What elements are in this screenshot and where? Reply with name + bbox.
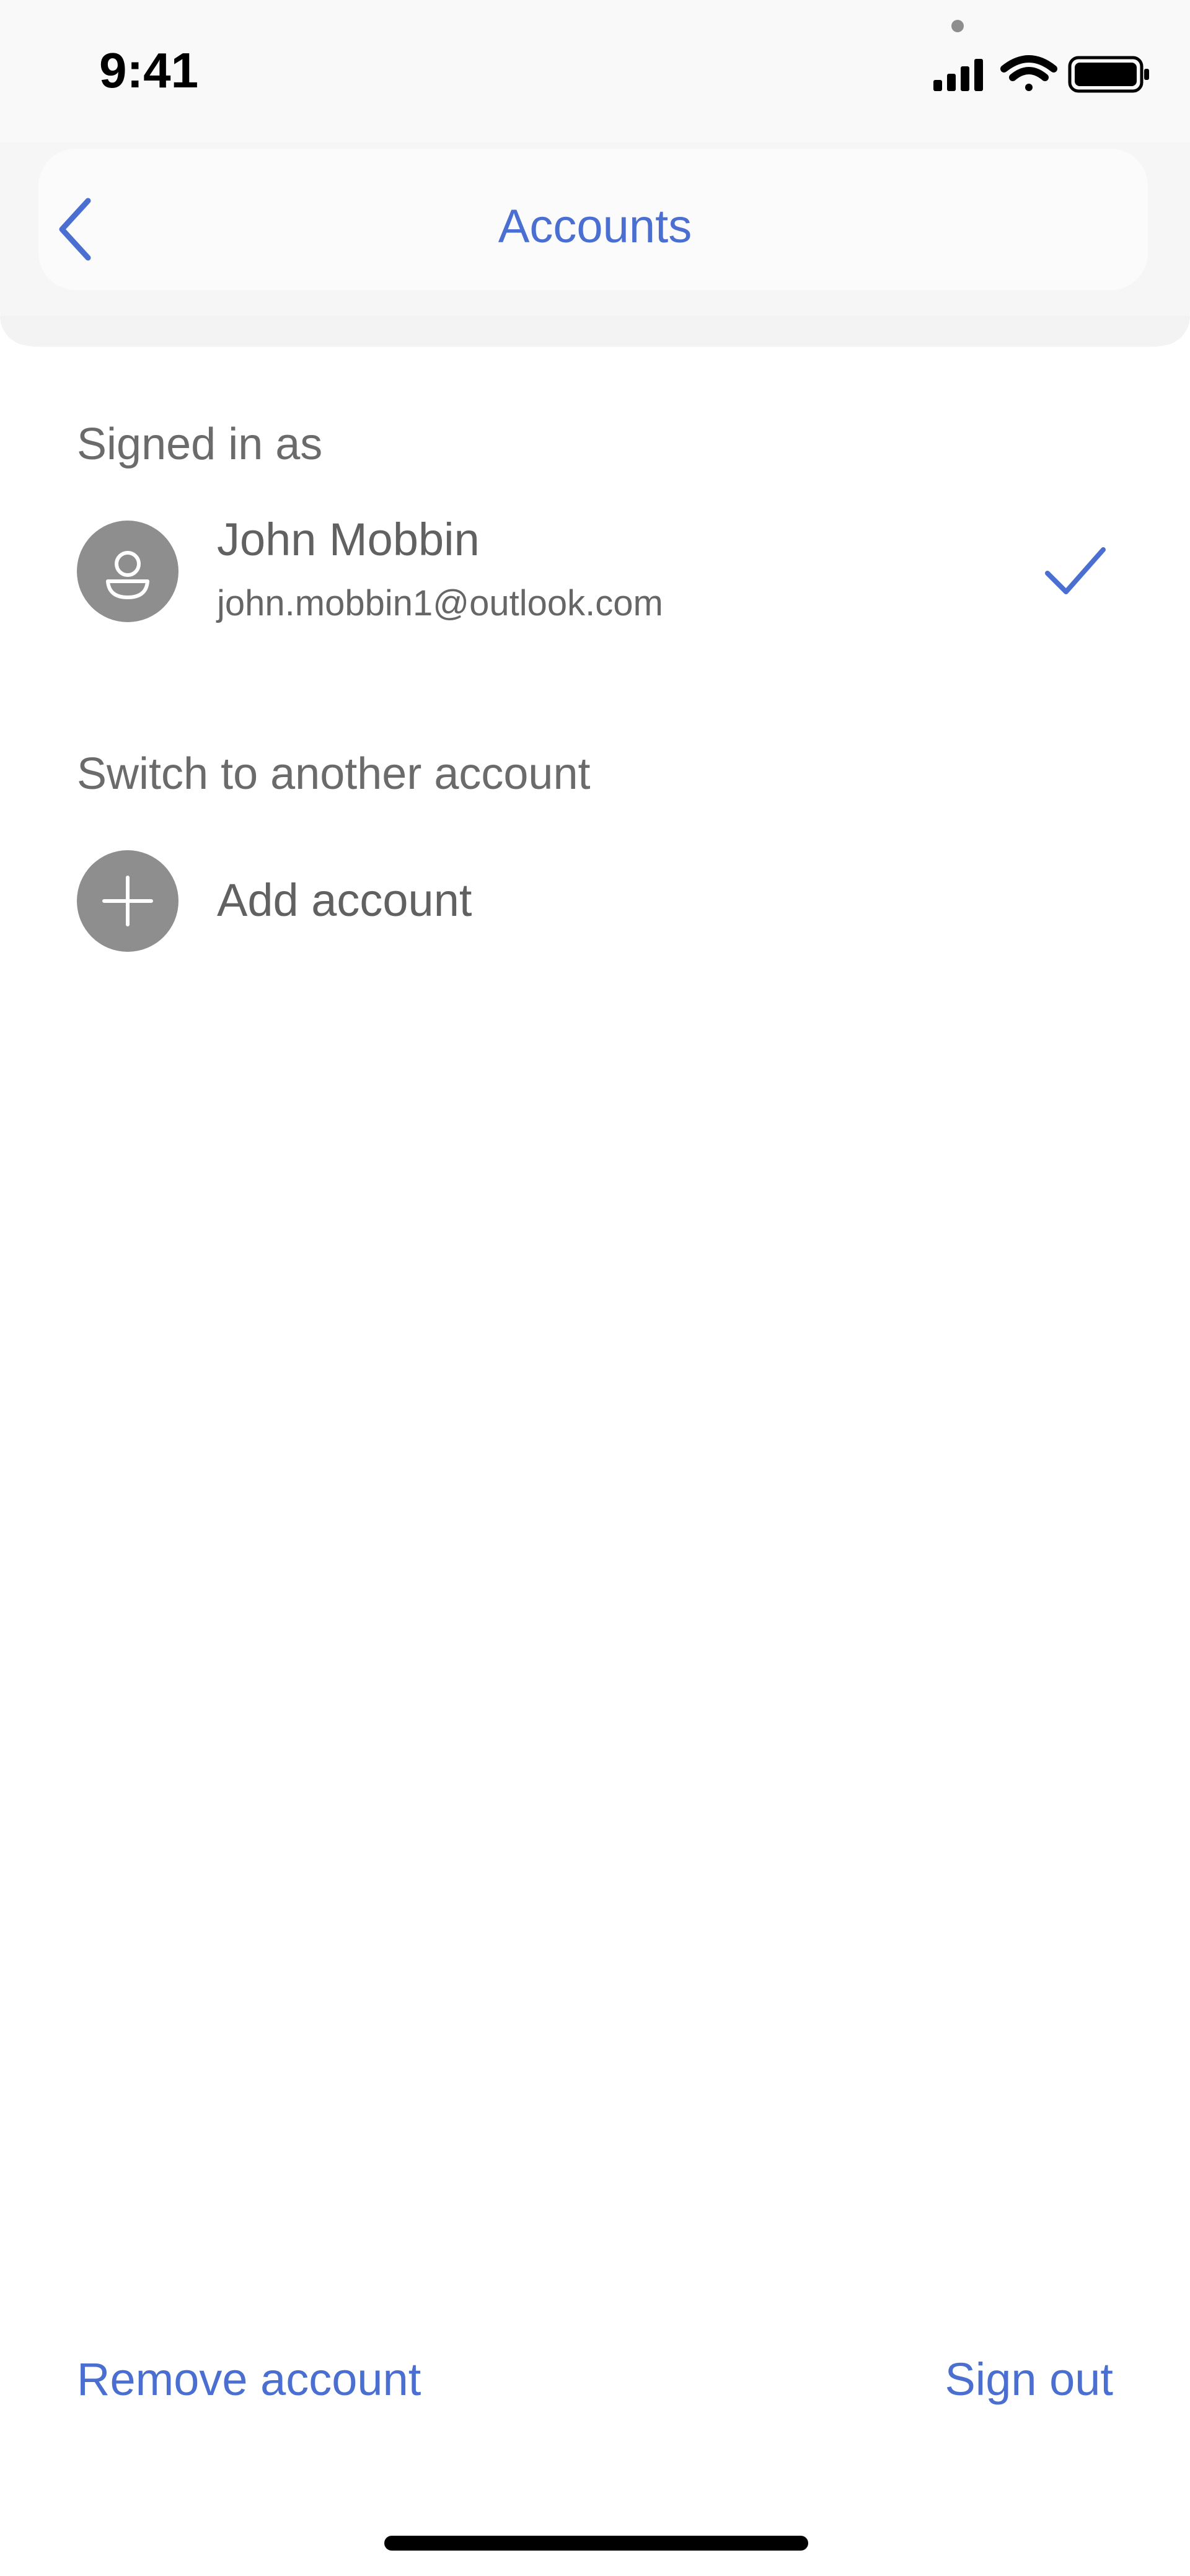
avatar	[77, 521, 178, 622]
home-indicator	[384, 2536, 808, 2551]
status-bar: 9:41	[0, 0, 1190, 143]
person-icon	[106, 551, 149, 599]
plus-icon	[102, 876, 153, 926]
header-divider	[0, 316, 1190, 346]
wifi-icon	[1000, 55, 1057, 91]
checkmark-icon	[1045, 547, 1106, 594]
camera-indicator-dot	[951, 20, 964, 32]
signed-in-label: Signed in as	[77, 420, 323, 469]
account-email: john.mobbin1@outlook.com	[217, 583, 663, 623]
battery-icon	[1068, 56, 1149, 93]
status-icons	[933, 55, 1149, 93]
add-account-avatar	[77, 850, 178, 952]
add-account-label: Add account	[217, 874, 472, 926]
remove-account-button[interactable]: Remove account	[77, 2353, 421, 2406]
signal-icon	[933, 59, 983, 91]
account-name: John Mobbin	[217, 514, 480, 565]
page-title: Accounts	[498, 200, 692, 253]
switch-account-label: Switch to another account	[77, 749, 591, 799]
status-time: 9:41	[99, 43, 199, 98]
sign-out-button[interactable]: Sign out	[945, 2353, 1113, 2406]
